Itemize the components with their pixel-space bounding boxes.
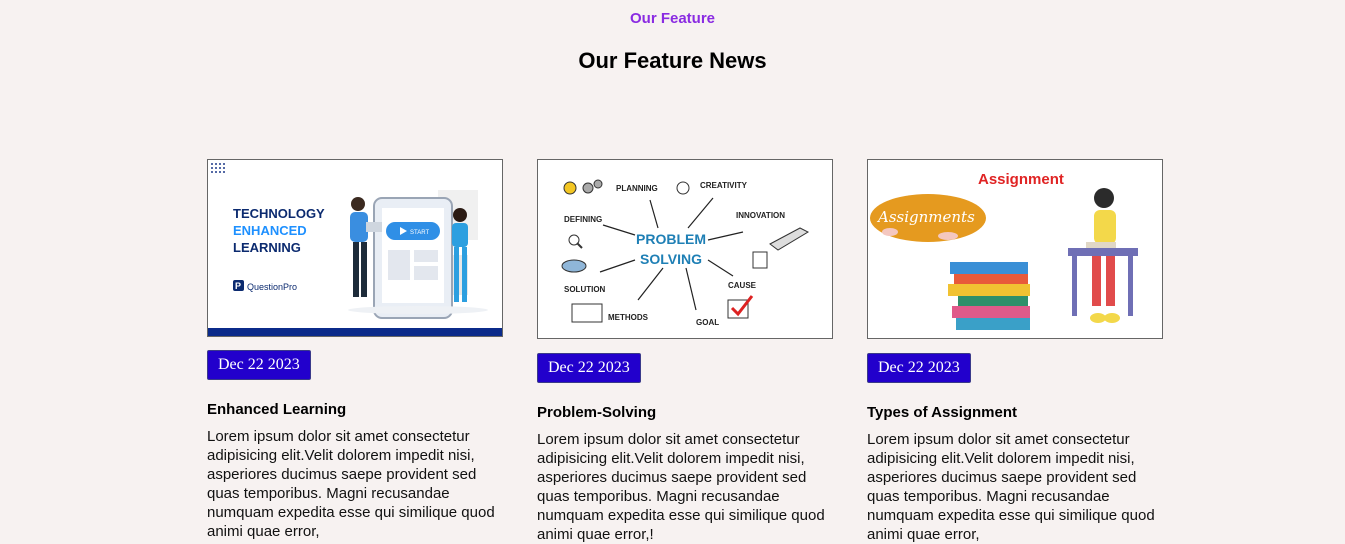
svg-text:CAUSE: CAUSE — [728, 281, 757, 290]
card-description: Lorem ipsum dolor sit amet consectetur a… — [207, 428, 495, 540]
svg-text:Assignment: Assignment — [978, 171, 1064, 188]
svg-text:Assignments: Assignments — [876, 208, 975, 226]
svg-text:START: START — [410, 230, 429, 236]
card-image-problem-solving[interactable]: PROBLEM SOLVING PLANNING CREATIVITY DEFI… — [537, 159, 833, 339]
svg-text:PLANNING: PLANNING — [616, 184, 658, 193]
news-card: PROBLEM SOLVING PLANNING CREATIVITY DEFI… — [537, 159, 833, 544]
svg-text:SOLVING: SOLVING — [640, 251, 702, 267]
svg-text:DEFINING: DEFINING — [564, 215, 602, 224]
svg-text:QuestionPro: QuestionPro — [247, 282, 297, 292]
news-card: TECHNOLOGY ENHANCED LEARNING P QuestionP… — [207, 159, 503, 541]
card-title[interactable]: Problem-Solving — [537, 404, 833, 421]
card-image-assignment[interactable]: Assignment Assignments — [867, 159, 1163, 339]
svg-text:P: P — [235, 281, 241, 291]
svg-text:PROBLEM: PROBLEM — [636, 231, 706, 247]
section-title: Our Feature News — [578, 48, 767, 73]
technology-learning-illustration: TECHNOLOGY ENHANCED LEARNING P QuestionP… — [208, 160, 502, 336]
svg-text:ENHANCED: ENHANCED — [233, 223, 307, 238]
assignment-illustration: Assignment Assignments — [868, 160, 1162, 338]
svg-text:TECHNOLOGY: TECHNOLOGY — [233, 206, 325, 221]
date-badge[interactable]: Dec 22 2023 — [867, 353, 971, 383]
card-image-technology-enhanced-learning[interactable]: TECHNOLOGY ENHANCED LEARNING P QuestionP… — [207, 159, 503, 337]
svg-text:SOLUTION: SOLUTION — [564, 285, 606, 294]
card-title[interactable]: Types of Assignment — [867, 404, 1163, 421]
svg-text:GOAL: GOAL — [696, 318, 719, 327]
svg-text:CREATIVITY: CREATIVITY — [700, 181, 748, 190]
card-title[interactable]: Enhanced Learning — [207, 401, 503, 418]
svg-text:METHODS: METHODS — [608, 313, 649, 322]
problem-solving-illustration: PROBLEM SOLVING PLANNING CREATIVITY DEFI… — [538, 160, 832, 338]
section-eyebrow: Our Feature — [629, 10, 716, 27]
date-badge[interactable]: Dec 22 2023 — [207, 350, 311, 380]
card-description: Lorem ipsum dolor sit amet consectetur a… — [537, 431, 825, 543]
card-description: Lorem ipsum dolor sit amet consectetur a… — [867, 431, 1155, 543]
news-card: Assignment Assignments Dec 22 2023 Types… — [867, 159, 1163, 544]
date-badge[interactable]: Dec 22 2023 — [537, 353, 641, 383]
svg-text:INNOVATION: INNOVATION — [736, 211, 785, 220]
svg-text:LEARNING: LEARNING — [233, 240, 301, 255]
